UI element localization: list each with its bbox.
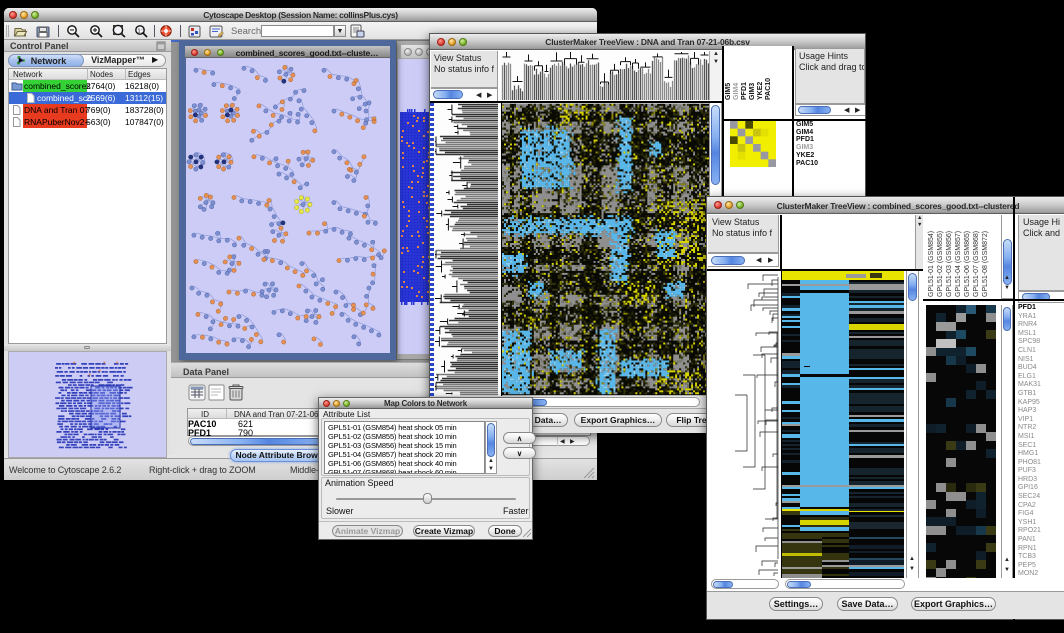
svg-text:PFD1: PFD1 — [741, 82, 748, 100]
svg-text:GIM4: GIM4 — [733, 83, 740, 100]
svg-text:GPL51-01 (GSM854): GPL51-01 (GSM854) — [928, 231, 935, 297]
svg-text:GPL51-04 (GSM857): GPL51-04 (GSM857) — [955, 231, 962, 297]
svg-text:GPL51-08 (GSM872): GPL51-08 (GSM872) — [982, 231, 989, 297]
svg-text:GPL51-06 (GSM865): GPL51-06 (GSM865) — [964, 231, 971, 297]
svg-text:GPL51-03 (GSM856): GPL51-03 (GSM856) — [946, 231, 953, 297]
svg-text:1:1: 1:1 — [138, 29, 146, 35]
svg-text:GPL51-02 (GSM855): GPL51-02 (GSM855) — [937, 231, 944, 297]
svg-text:GIM5: GIM5 — [725, 83, 732, 100]
svg-text:GIM3: GIM3 — [749, 83, 756, 100]
svg-text:PAC10: PAC10 — [765, 78, 772, 100]
svg-text:YKE2: YKE2 — [757, 82, 764, 100]
svg-text:GPL51-07 (GSM868): GPL51-07 (GSM868) — [973, 231, 980, 297]
